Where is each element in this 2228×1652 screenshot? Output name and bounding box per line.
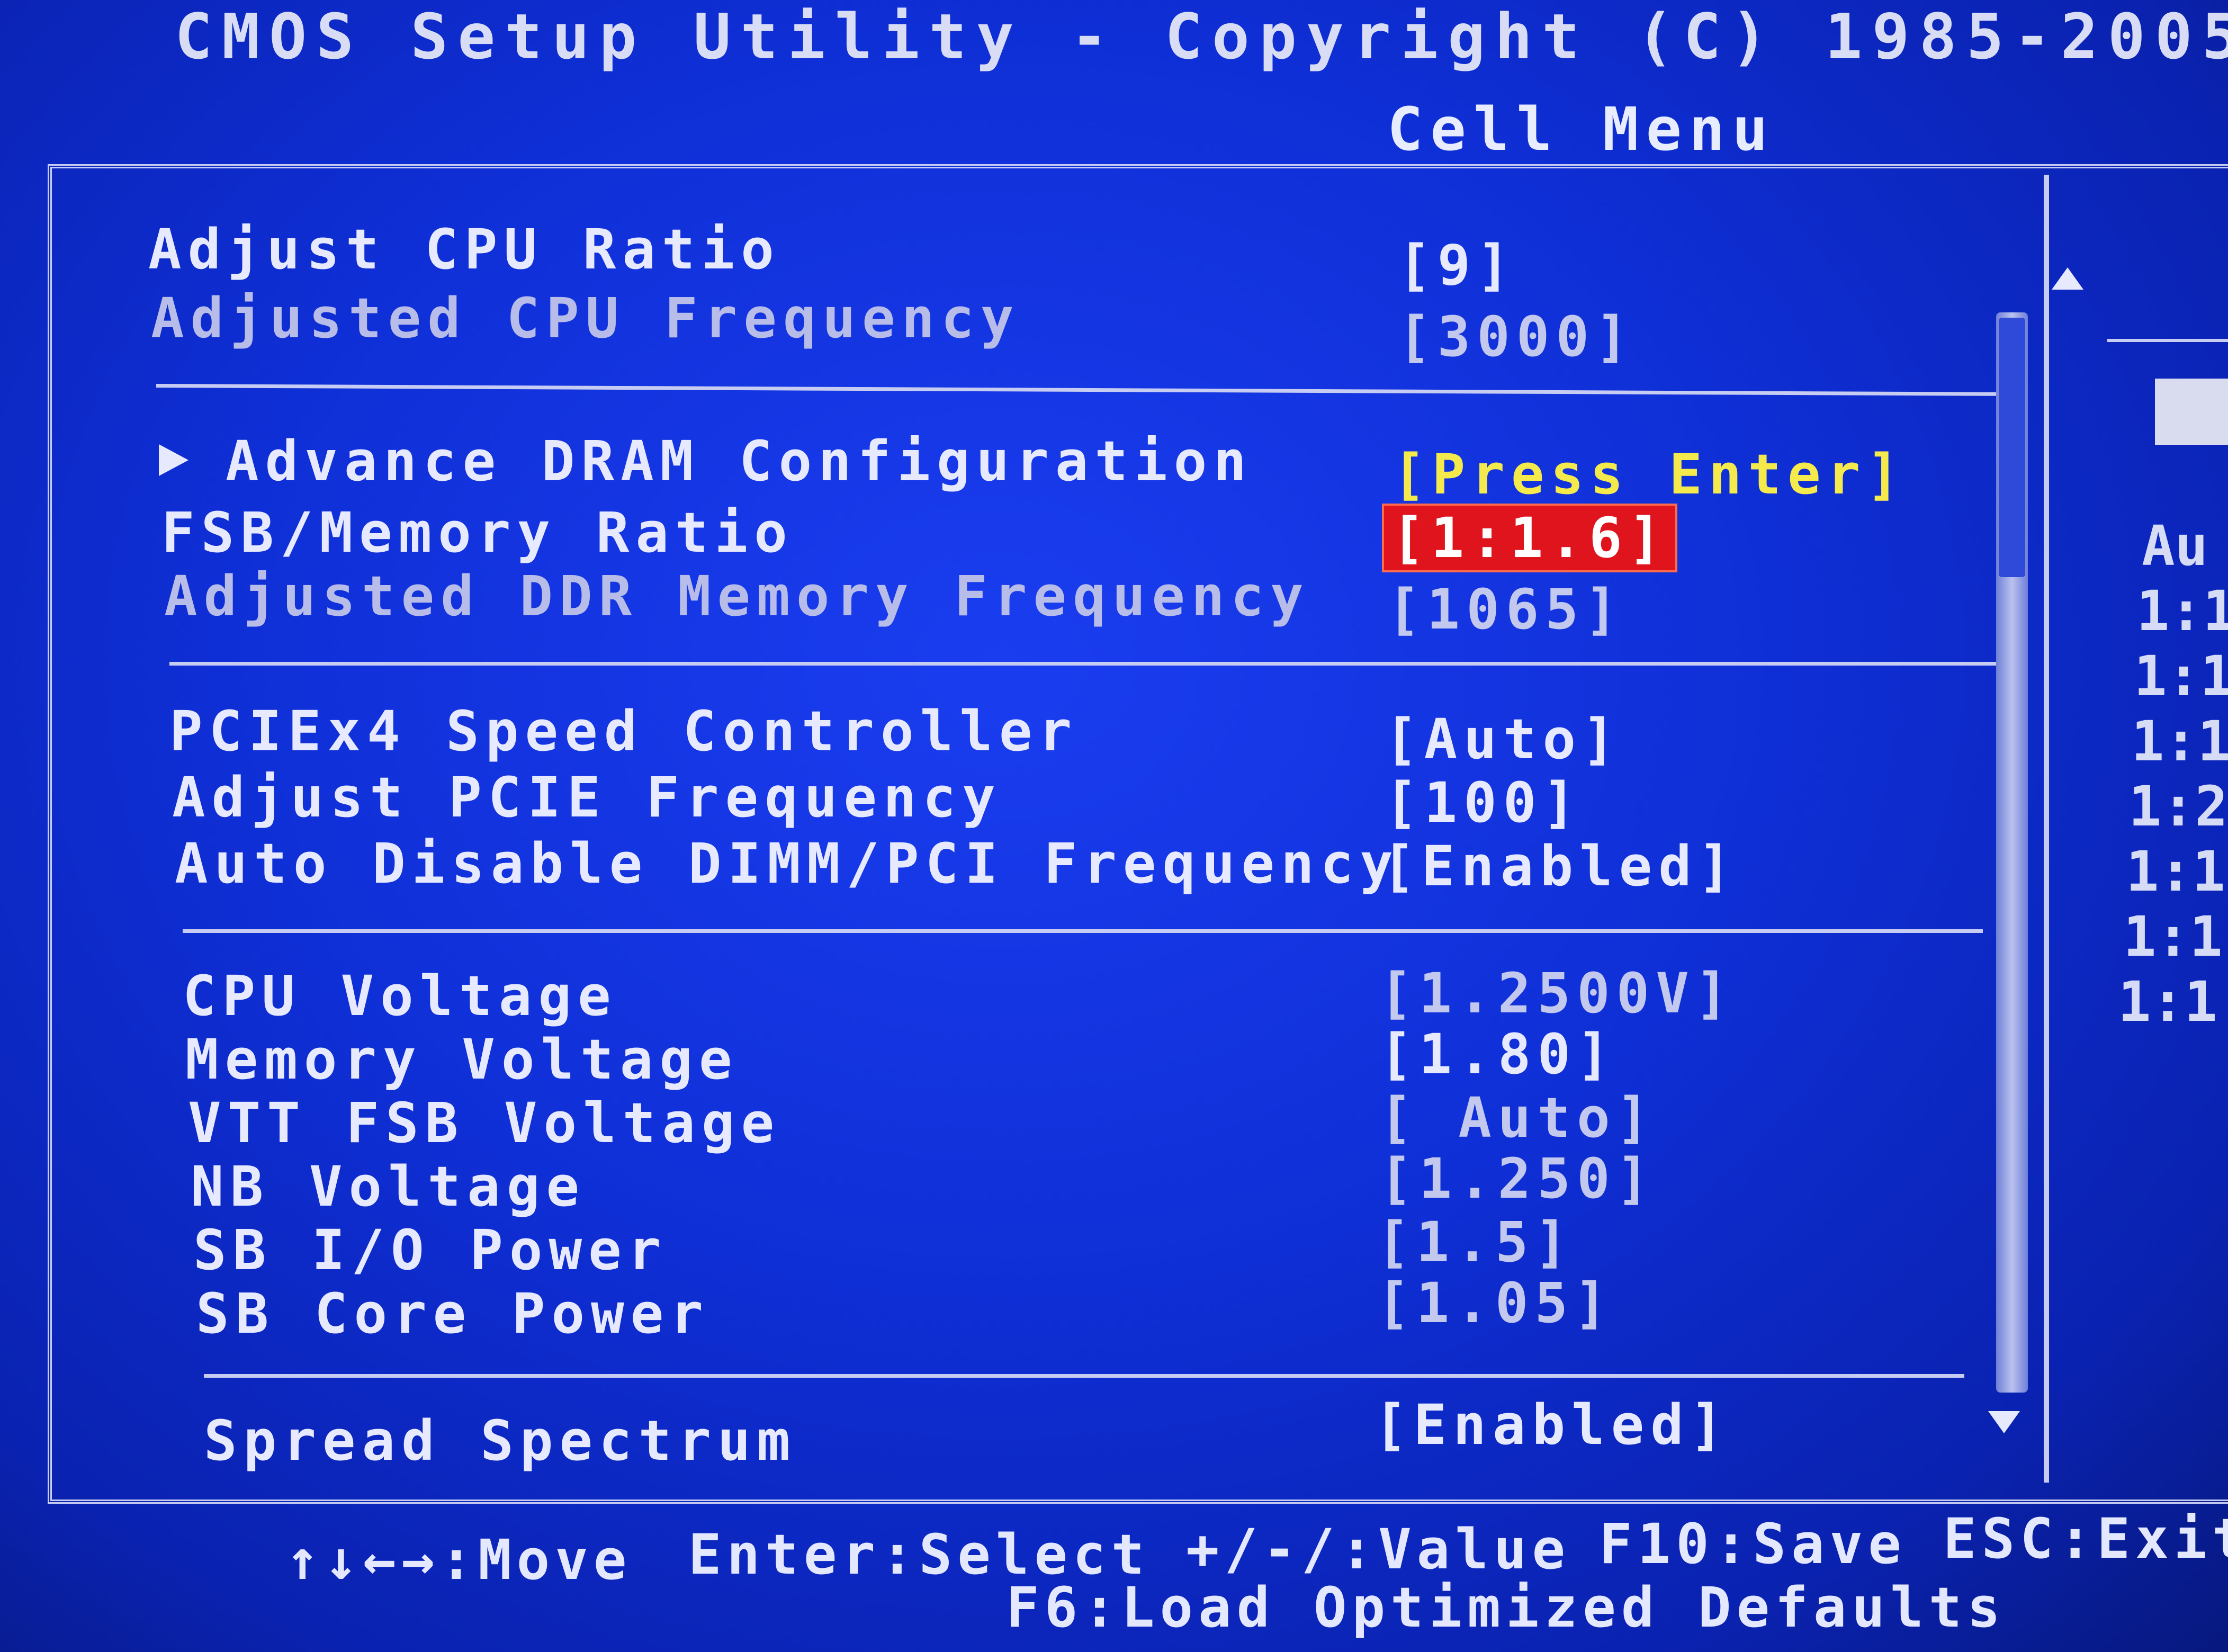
section-divider — [204, 1374, 1964, 1378]
setting-sb-core-power[interactable]: SB Core Power — [196, 1281, 709, 1346]
setting-value: [Press Enter] — [1392, 442, 1906, 507]
setting-adjusted-cpu-frequency: Adjusted CPU Frequency — [151, 286, 1020, 351]
help-option: Au — [2142, 514, 2208, 578]
bios-screen: CMOS Setup Utility - Copyright (C) 1985-… — [0, 0, 2228, 1652]
value-sb-io-power[interactable]: [1.5] — [1377, 1210, 1574, 1274]
value-vtt-fsb-voltage[interactable]: [ Auto] — [1379, 1085, 1656, 1150]
setting-adjusted-ddr-memory-frequency: Adjusted DDR Memory Frequency — [164, 564, 1310, 629]
setting-value: [ Auto] — [1379, 1085, 1656, 1150]
footer-exit-hint: ESC:Exit — [1943, 1506, 2228, 1571]
help-option: 1:1 — [2131, 709, 2228, 774]
setting-value: [1.2500V] — [1379, 961, 1735, 1026]
help-panel-divider — [2107, 339, 2228, 342]
setting-vtt-fsb-voltage[interactable]: VTT FSB Voltage — [188, 1091, 780, 1155]
value-nb-voltage[interactable]: [1.250] — [1379, 1146, 1656, 1211]
setting-label: Adjusted DDR Memory Frequency — [164, 564, 1310, 629]
value-advance-dram-configuration[interactable]: [Press Enter] — [1392, 442, 1906, 507]
help-panel-marker — [2155, 379, 2228, 445]
setting-label: NB Voltage — [191, 1154, 586, 1219]
section-divider — [183, 929, 1983, 933]
setting-label: Spread Spectrum — [204, 1408, 797, 1473]
setting-label: Advance DRAM Configuration — [226, 429, 1253, 493]
setting-adjust-cpu-ratio[interactable]: Adjust CPU Ratio — [148, 217, 780, 282]
footer-value-hint: +/-/:Value — [1186, 1517, 1571, 1582]
setting-value: [Enabled] — [1382, 834, 1738, 899]
setting-label: Adjusted CPU Frequency — [151, 286, 1020, 351]
help-option: 1:1 — [2136, 579, 2228, 643]
setting-value: [1.80] — [1379, 1022, 1616, 1087]
setting-label: Adjust PCIE Frequency — [172, 765, 1002, 830]
setting-spread-spectrum[interactable]: Spread Spectrum — [204, 1408, 796, 1473]
help-option: 1:1 — [2118, 969, 2217, 1034]
setting-adjust-pcie-frequency[interactable]: Adjust PCIE Frequency — [172, 765, 1002, 830]
help-options-list: Au 1:1 1:1 1:1 1:2 1:1 1:1 1:1 — [2118, 514, 2228, 1035]
setting-value: [1065] — [1387, 577, 1624, 642]
setting-label: Adjust CPU Ratio — [148, 217, 780, 282]
help-option: 1:1 — [2134, 644, 2228, 708]
setting-label: SB I/O Power — [193, 1218, 668, 1282]
setting-label: CPU Voltage — [183, 964, 617, 1028]
value-adjust-cpu-ratio[interactable]: [9] — [1398, 233, 1516, 298]
value-auto-disable-dimm-pci-frequency[interactable]: [Enabled] — [1382, 834, 1738, 899]
setting-pciex4-speed-controller[interactable]: PCIEx4 Speed Controller — [169, 699, 1078, 764]
setting-value: [100] — [1385, 770, 1583, 835]
value-spread-spectrum[interactable]: [Enabled] — [1374, 1393, 1730, 1457]
setting-cpu-voltage[interactable]: CPU Voltage — [183, 964, 617, 1028]
value-fsb-memory-ratio[interactable]: [1:1.6] — [1382, 504, 1678, 572]
help-option: 1:1 — [2123, 904, 2223, 969]
scrollbar-thumb[interactable] — [1999, 318, 2025, 577]
setting-label: VTT FSB Voltage — [188, 1091, 781, 1155]
setting-advance-dram-configuration[interactable]: Advance DRAM Configuration — [159, 429, 1253, 493]
setting-sb-io-power[interactable]: SB I/O Power — [193, 1218, 667, 1282]
setting-label: Auto Disable DIMM/PCI Frequency — [175, 831, 1400, 896]
help-option: 1:2 — [2128, 774, 2228, 839]
footer-move-hint: ↑↓←→:Move — [286, 1528, 632, 1592]
value-adjusted-cpu-frequency: [3000] — [1398, 304, 1635, 369]
setting-label: Memory Voltage — [185, 1027, 739, 1092]
value-pciex4-speed-controller[interactable]: [Auto] — [1385, 707, 1622, 771]
setting-nb-voltage[interactable]: NB Voltage — [191, 1154, 586, 1219]
help-option: 1:1 — [2126, 839, 2225, 904]
setting-memory-voltage[interactable]: Memory Voltage — [185, 1027, 739, 1092]
setting-value: [1.5] — [1377, 1210, 1575, 1274]
panel-divider — [2044, 175, 2049, 1483]
value-memory-voltage[interactable]: [1.80] — [1379, 1022, 1616, 1087]
setting-label: SB Core Power — [196, 1281, 709, 1346]
selected-setting-value[interactable]: [1:1.6] — [1382, 504, 1678, 572]
bios-title: CMOS Setup Utility - Copyright (C) 1985-… — [175, 0, 2228, 73]
setting-label: PCIEx4 Speed Controller — [169, 699, 1079, 764]
arrow-right-icon — [159, 444, 188, 476]
menu-name: Cell Menu — [1387, 95, 1775, 164]
setting-value: [Enabled] — [1374, 1393, 1730, 1457]
scroll-up-icon[interactable] — [2052, 267, 2083, 290]
setting-value: [9] — [1398, 233, 1516, 298]
setting-value: [1.250] — [1379, 1146, 1656, 1211]
setting-auto-disable-dimm-pci-frequency[interactable]: Auto Disable DIMM/PCI Frequency — [175, 831, 1399, 896]
setting-label: FSB/Memory Ratio — [161, 500, 794, 565]
setting-fsb-memory-ratio[interactable]: FSB/Memory Ratio — [161, 500, 794, 565]
value-adjusted-ddr-memory-frequency: [1065] — [1387, 577, 1624, 642]
value-cpu-voltage[interactable]: [1.2500V] — [1379, 961, 1735, 1026]
setting-value: [1.05] — [1377, 1271, 1614, 1335]
scroll-down-icon[interactable] — [1988, 1411, 2020, 1433]
section-divider — [169, 662, 1996, 666]
value-sb-core-power[interactable]: [1.05] — [1377, 1271, 1614, 1335]
footer-defaults-hint: F6:Load Optimized Defaults — [1006, 1575, 2006, 1640]
setting-value: [3000] — [1398, 304, 1635, 369]
value-adjust-pcie-frequency[interactable]: [100] — [1385, 770, 1582, 835]
footer-save-hint: F10:Save — [1599, 1512, 1907, 1576]
setting-value: [Auto] — [1385, 707, 1622, 771]
